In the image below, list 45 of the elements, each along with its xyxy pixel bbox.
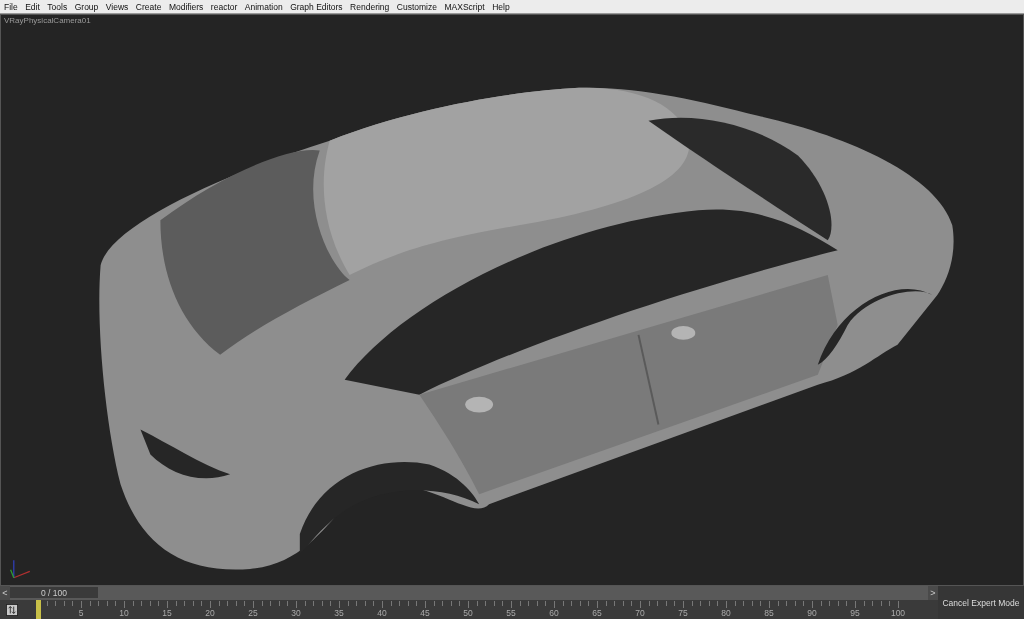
menu-item[interactable]: Animation — [244, 1, 283, 12]
frame-number: 25 — [248, 608, 258, 618]
frame-number: 80 — [721, 608, 731, 618]
frame-number: 70 — [635, 608, 645, 618]
cancel-expert-mode-button[interactable]: Cancel Expert Mode — [938, 586, 1024, 619]
frame-number: 85 — [764, 608, 774, 618]
frame-number: 60 — [549, 608, 559, 618]
frame-number: 35 — [334, 608, 344, 618]
previous-frame-button[interactable]: < — [0, 586, 10, 600]
frame-number: 90 — [807, 608, 817, 618]
viewport-label[interactable]: VRayPhysicalCamera01 — [4, 16, 91, 25]
menu-item[interactable]: Modifiers — [168, 1, 204, 12]
menu-item[interactable]: Views — [105, 1, 129, 12]
menu-item[interactable]: reactor — [210, 1, 238, 12]
menu-item[interactable]: Create — [135, 1, 162, 12]
menu-item[interactable]: MAXScript — [444, 1, 485, 12]
frame-number: 40 — [377, 608, 387, 618]
menu-item[interactable]: Rendering — [350, 1, 390, 12]
axis-gizmo-icon — [9, 557, 33, 581]
menu-item[interactable]: Customize — [396, 1, 437, 12]
frame-number: 30 — [291, 608, 301, 618]
current-frame-marker[interactable] — [36, 600, 41, 619]
frame-number: 55 — [506, 608, 516, 618]
frame-number: 95 — [850, 608, 860, 618]
frame-number: 10 — [119, 608, 129, 618]
menu-item[interactable]: Tools — [47, 1, 68, 12]
frame-number: 45 — [420, 608, 430, 618]
time-slider[interactable]: < 0 / 100 > — [0, 586, 938, 600]
frame-number: 50 — [463, 608, 473, 618]
frame-number: 100 — [890, 608, 906, 618]
time-slider-thumb[interactable]: 0 / 100 — [10, 587, 98, 598]
menu-item[interactable]: Graph Editors — [290, 1, 343, 12]
viewport[interactable]: VRayPhysicalCamera01 — [0, 14, 1024, 586]
track-bar[interactable]: 5 10 15 20 25 30 35 40 45 50 55 60 65 70 75 80 85 90 95 100 — [28, 600, 908, 619]
frame-number: 75 — [678, 608, 688, 618]
menu-item[interactable]: Edit — [25, 1, 40, 12]
frame-number: 15 — [162, 608, 172, 618]
frame-number: 65 — [592, 608, 602, 618]
frame-number: 20 — [205, 608, 215, 618]
next-frame-button[interactable]: > — [928, 586, 938, 600]
menu-item[interactable]: File — [4, 1, 18, 12]
key-mode-icon[interactable] — [6, 603, 18, 616]
menu-item[interactable]: Group — [74, 1, 99, 12]
menu-item[interactable]: Help — [492, 1, 510, 12]
frame-number: 5 — [78, 608, 84, 618]
